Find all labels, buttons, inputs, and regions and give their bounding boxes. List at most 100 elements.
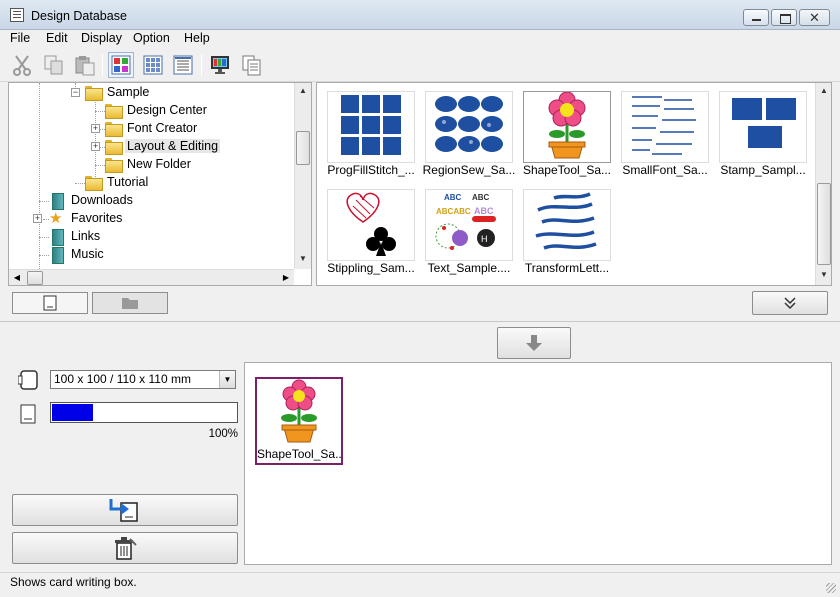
scroll-up-arrow[interactable]: ▲	[295, 83, 311, 99]
tree-item-label: Favorites	[71, 211, 123, 225]
expand-toggle[interactable]: +	[91, 124, 100, 133]
tree-horizontal-scrollbar[interactable]: ◀ ▶	[9, 269, 294, 285]
card-tab-button[interactable]	[12, 292, 88, 314]
title-bar: Design Database ✕	[0, 0, 840, 30]
file-label: RegionSew_Sa...	[422, 163, 516, 177]
file-label: TransformLett...	[524, 261, 610, 275]
write-to-card-button[interactable]	[12, 494, 238, 526]
tree-item-favorites[interactable]: ★ Favorites	[49, 209, 124, 227]
menu-help[interactable]: Help	[184, 31, 210, 45]
status-text: Shows card writing box.	[10, 575, 137, 589]
folder-icon	[105, 139, 123, 155]
large-thumbnail-view-icon	[111, 55, 131, 75]
file-item[interactable]: ProgFillStitch_...	[327, 91, 415, 181]
menu-edit[interactable]: Edit	[46, 31, 68, 45]
card-item-selected[interactable]: ShapeTool_Sa...	[255, 377, 343, 465]
star-icon: ★	[49, 209, 63, 227]
scroll-right-arrow[interactable]: ▶	[278, 270, 294, 285]
menu-file[interactable]: File	[10, 31, 30, 45]
properties-button[interactable]	[238, 52, 264, 78]
chevron-down-icon[interactable]: ▼	[219, 371, 235, 388]
tree-item-links[interactable]: Links	[49, 227, 102, 246]
tree-item-sample[interactable]: Sample	[85, 83, 151, 101]
tree-guide-line	[75, 183, 85, 184]
file-item[interactable]: Stippling_Sam...	[327, 189, 415, 279]
file-item[interactable]: SmallFont_Sa...	[621, 91, 709, 181]
scroll-down-arrow[interactable]: ▼	[816, 267, 831, 283]
file-browser-scrollbar[interactable]: ▲ ▼	[815, 83, 831, 285]
minimize-button[interactable]	[743, 9, 769, 26]
window-title: Design Database	[31, 9, 127, 23]
menu-bar: File Edit Display Option Help	[0, 30, 840, 48]
expand-toggle[interactable]: +	[91, 142, 100, 151]
write-to-card-icon	[109, 499, 138, 522]
tree-item-new-folder[interactable]: New Folder	[105, 155, 193, 173]
tree-vertical-scrollbar[interactable]: ▲ ▼	[294, 83, 311, 269]
design-thumbnail	[425, 91, 513, 163]
svg-text:ABC: ABC	[474, 206, 494, 216]
maximize-button[interactable]	[771, 9, 797, 26]
card-contents-panel[interactable]: ShapeTool_Sa...	[244, 362, 832, 565]
delete-button[interactable]	[12, 532, 238, 564]
details-view-button[interactable]	[170, 52, 196, 78]
tree-guide-line	[39, 237, 49, 238]
double-chevron-down-icon	[784, 297, 796, 310]
file-label: Text_Sample....	[427, 261, 511, 275]
tree-item-label: Sample	[107, 85, 150, 99]
tree-item-design-center[interactable]: Design Center	[105, 101, 209, 119]
small-thumbnail-view-icon	[143, 55, 163, 75]
tree-item-downloads[interactable]: Downloads	[49, 191, 135, 210]
expand-toggle[interactable]: +	[33, 214, 42, 223]
scroll-left-arrow[interactable]: ◀	[9, 270, 25, 285]
expand-panel-button[interactable]	[752, 291, 828, 315]
file-item[interactable]: RegionSew_Sa...	[423, 91, 515, 181]
close-button[interactable]: ✕	[799, 9, 830, 26]
display-button[interactable]	[207, 52, 233, 78]
folder-icon	[105, 103, 123, 119]
scroll-down-arrow[interactable]: ▼	[295, 251, 311, 267]
file-item[interactable]: ABC ABC ABCABC ABC H Text_Sample....	[425, 189, 513, 279]
large-thumbnail-view-button[interactable]	[108, 52, 134, 78]
file-label: ShapeTool_Sa...	[522, 163, 612, 177]
small-thumbnail-view-button[interactable]	[140, 52, 166, 78]
tree-guide-line	[39, 201, 49, 202]
file-item-selected[interactable]: ShapeTool_Sa...	[523, 91, 611, 181]
scroll-thumb[interactable]	[296, 131, 310, 165]
menu-display[interactable]: Display	[81, 31, 122, 45]
folder-tab-button[interactable]	[92, 292, 168, 314]
collapse-toggle[interactable]: −	[71, 88, 80, 97]
tree-item-layout-editing[interactable]: Layout & Editing	[105, 137, 221, 155]
paste-icon	[75, 56, 95, 76]
tree-item-label: Music	[71, 247, 104, 261]
file-item[interactable]: Stamp_Sampl...	[719, 91, 807, 181]
toolbar	[0, 48, 840, 82]
details-view-icon	[173, 55, 193, 75]
scroll-up-arrow[interactable]: ▲	[816, 83, 831, 99]
toolbar-separator	[201, 54, 202, 76]
folder-tree[interactable]: − Sample Design Center + Font Creator + …	[8, 82, 312, 286]
tree-item-tutorial[interactable]: Tutorial	[85, 173, 150, 191]
tree-item-label: Design Center	[127, 103, 207, 117]
tree-item-font-creator[interactable]: Font Creator	[105, 119, 199, 137]
copy-button[interactable]	[41, 52, 67, 78]
folder-icon	[85, 85, 103, 101]
scroll-thumb[interactable]	[817, 183, 831, 265]
design-thumbnail	[327, 91, 415, 163]
transfer-down-button[interactable]	[497, 327, 571, 359]
folder-icon	[105, 121, 123, 137]
scroll-thumb[interactable]	[27, 271, 43, 285]
file-browser[interactable]: ProgFillStitch_... RegionSew_Sa... Shape…	[316, 82, 832, 286]
resize-grip[interactable]	[826, 583, 836, 593]
card-icon	[20, 404, 36, 424]
design-thumbnail	[327, 189, 415, 261]
tree-item-music[interactable]: Music	[49, 245, 106, 264]
svg-text:H: H	[481, 234, 488, 244]
paste-button[interactable]	[72, 52, 98, 78]
tree-item-label: Tutorial	[107, 175, 149, 189]
menu-option[interactable]: Option	[133, 31, 170, 45]
file-item[interactable]: TransformLett...	[523, 189, 611, 279]
design-thumbnail: ABC ABC ABCABC ABC H	[425, 189, 513, 261]
hoop-size-select[interactable]: 100 x 100 / 110 x 110 mm ▼	[50, 370, 236, 389]
library-icon	[49, 228, 65, 246]
cut-button[interactable]	[9, 52, 35, 78]
